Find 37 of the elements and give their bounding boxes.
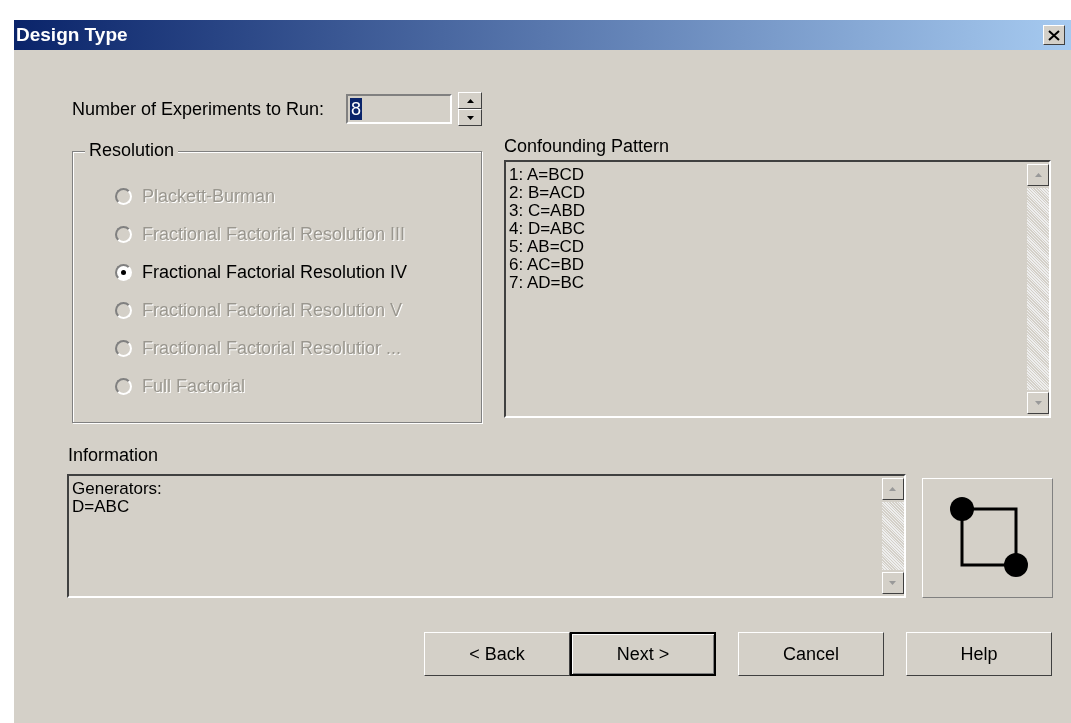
confounding-pattern-label: Confounding Pattern xyxy=(504,136,671,158)
information-line: Generators: xyxy=(72,480,163,498)
close-button[interactable] xyxy=(1043,25,1065,45)
close-icon xyxy=(1048,29,1060,41)
scroll-down-button[interactable] xyxy=(1027,392,1049,414)
dialog-button[interactable]: < Back xyxy=(424,632,570,676)
scroll-up-button[interactable] xyxy=(1027,164,1049,186)
information-line: D=ABC xyxy=(72,498,131,516)
scrollbar[interactable] xyxy=(1027,162,1049,416)
down-arrow-icon xyxy=(889,581,897,585)
down-arrow-icon xyxy=(1034,401,1042,405)
pattern-line: 3: C=ABD xyxy=(509,202,587,220)
experiments-spin-field[interactable]: 8 xyxy=(346,94,453,124)
spin-down-button[interactable] xyxy=(458,109,483,126)
pattern-line: 7: AD=BC xyxy=(509,274,586,292)
dialog-button[interactable]: Cancel xyxy=(738,632,884,676)
up-arrow-icon xyxy=(466,98,474,103)
pattern-line: 6: AC=BD xyxy=(509,256,586,274)
down-arrow-icon xyxy=(466,115,474,120)
radio-button[interactable] xyxy=(115,263,132,281)
scroll-down-button[interactable] xyxy=(881,572,904,594)
pattern-line: 5: AB=CD xyxy=(509,238,586,256)
experiments-value: 8 xyxy=(350,98,363,120)
scroll-up-button[interactable] xyxy=(881,478,904,500)
pattern-line: 1: A=BCD xyxy=(509,166,586,184)
radio-option[interactable]: Fractional Factorial Resolution IV xyxy=(115,253,481,291)
dialog-button[interactable]: Help xyxy=(906,632,1052,676)
up-arrow-icon xyxy=(1034,173,1042,177)
information-label: Information xyxy=(68,445,160,466)
pattern-line: 2: B=ACD xyxy=(509,184,587,202)
spin-up-button[interactable] xyxy=(458,92,483,109)
dialog-button[interactable]: Next > xyxy=(570,632,716,676)
up-arrow-icon xyxy=(889,487,897,491)
pattern-line: 4: D=ABC xyxy=(509,220,587,238)
experiments-label: Number of Experiments to Run: xyxy=(72,98,325,120)
window-title: Design Type xyxy=(16,24,128,46)
scrollbar[interactable] xyxy=(881,476,904,596)
